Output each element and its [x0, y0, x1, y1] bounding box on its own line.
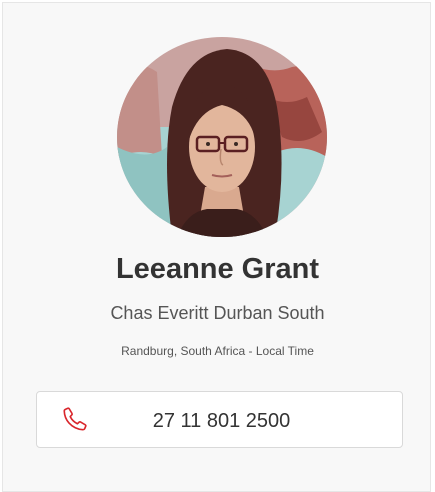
- avatar: [117, 37, 327, 237]
- agent-name: Leeanne Grant: [115, 253, 320, 285]
- phone-number[interactable]: 27 11 801 2500: [37, 410, 404, 433]
- agent-location: Randburg, South Africa - Local Time: [121, 344, 314, 358]
- phone-button[interactable]: 27 11 801 2500: [36, 391, 403, 448]
- agent-office: Chas Everitt Durban South: [110, 303, 325, 323]
- agent-card: Leeanne Grant Chas Everitt Durban South …: [2, 2, 431, 492]
